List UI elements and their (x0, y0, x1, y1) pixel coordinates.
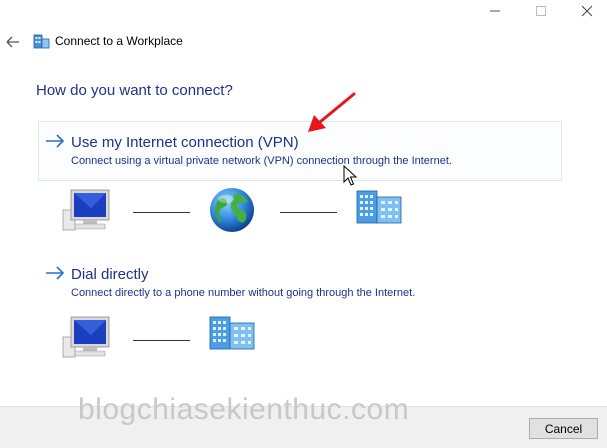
globe-icon (210, 188, 254, 232)
maximize-icon (536, 6, 546, 16)
right-arrow-icon (46, 266, 65, 280)
workplace-icon (33, 34, 50, 49)
close-icon (581, 5, 593, 17)
mouse-cursor-icon (343, 165, 357, 186)
annotation-arrow-icon (308, 92, 356, 132)
computer-icon (62, 316, 110, 358)
cancel-button[interactable]: Cancel (529, 418, 598, 439)
watermark: blogchiasekienthuc.com (78, 393, 410, 426)
workplace-network-icon (209, 316, 255, 350)
minimize-icon (490, 10, 500, 12)
window-title: Connect to a Workplace (55, 34, 183, 48)
close-button[interactable] (564, 0, 607, 22)
option-dial-description: Connect directly to a phone number witho… (71, 287, 416, 299)
page-heading: How do you want to connect? (36, 82, 233, 99)
back-arrow-icon (6, 36, 19, 48)
workplace-network-icon (356, 190, 402, 224)
option-dial-directly[interactable]: Dial directly Connect directly to a phon… (38, 253, 562, 313)
back-button[interactable] (3, 32, 23, 52)
minimize-button[interactable] (472, 0, 518, 22)
option-vpn-description: Connect using a virtual private network … (71, 155, 452, 167)
right-arrow-icon (46, 134, 65, 148)
option-vpn-title: Use my Internet connection (VPN) (71, 134, 299, 151)
option-dial-title: Dial directly (71, 266, 149, 283)
maximize-button[interactable] (518, 0, 564, 22)
computer-icon (62, 189, 110, 231)
